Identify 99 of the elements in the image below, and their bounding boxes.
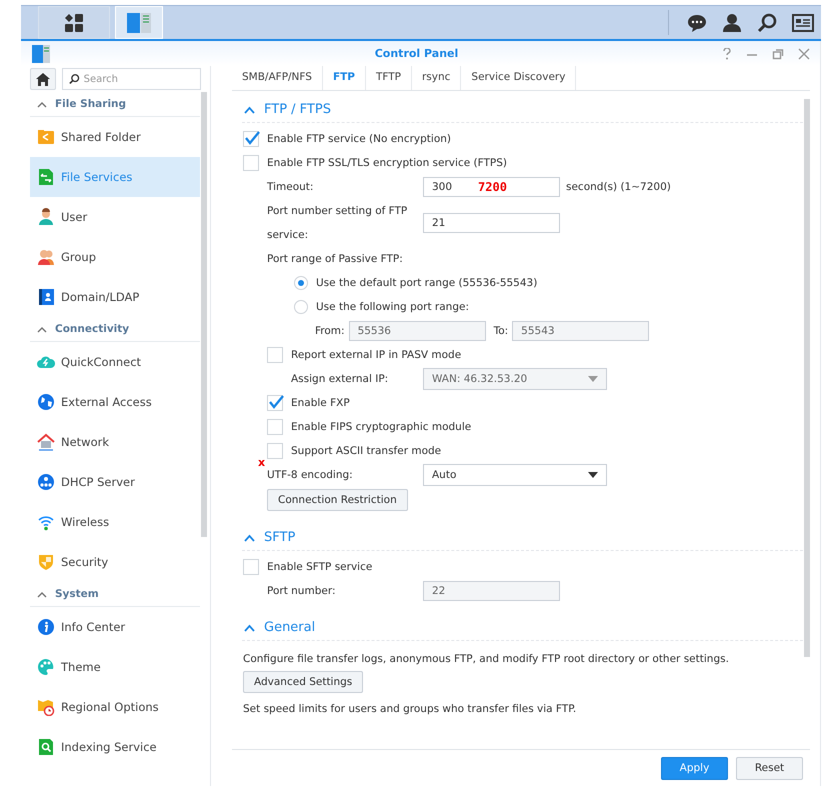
home-icon <box>36 72 50 86</box>
field-label: From: <box>315 325 345 337</box>
search-icon[interactable] <box>757 12 777 32</box>
search-field[interactable]: Search <box>62 68 201 90</box>
field-label: Assign external IP: <box>291 372 390 387</box>
checkbox[interactable] <box>267 347 283 363</box>
folder-icon <box>37 128 55 146</box>
sidebar-item[interactable]: Domain/LDAP <box>30 277 200 317</box>
checkbox-label: Enable FTP SSL/TLS encryption service (FTPS) <box>267 157 507 169</box>
sidebar-item[interactable]: User <box>30 197 200 237</box>
chevron-icon <box>244 624 255 632</box>
checkbox[interactable] <box>243 131 259 147</box>
tab[interactable]: Service Discovery <box>461 64 576 90</box>
checkbox-label: Support ASCII transfer mode <box>291 445 442 457</box>
house-icon <box>37 433 55 451</box>
checkbox-label: Report external IP in PASV mode <box>291 349 462 361</box>
group-header[interactable]: Connectivity <box>30 317 200 342</box>
shield-icon <box>37 553 55 571</box>
caret-icon <box>588 376 598 382</box>
search-document-icon <box>37 738 55 756</box>
scrollbar-thumb[interactable] <box>804 99 810 657</box>
control-panel-icon <box>126 12 152 34</box>
sidebar-item[interactable]: Security <box>30 542 200 582</box>
chevron-icon <box>244 534 255 542</box>
group-icon <box>37 248 55 266</box>
field-label: Port number: <box>267 584 336 599</box>
checkbox-label: Enable FIPS cryptographic module <box>291 421 472 433</box>
checkbox-label: Enable FTP service (No encryption) <box>267 133 451 145</box>
chevron-icon <box>37 326 47 332</box>
window-title: Control Panel <box>374 47 458 60</box>
tab[interactable]: TFTP <box>366 64 412 90</box>
checkbox[interactable] <box>267 395 283 411</box>
annotation-mark: x <box>258 458 266 468</box>
sidebar-item[interactable]: Group <box>30 237 200 277</box>
globe-icon <box>37 393 55 411</box>
checkbox[interactable] <box>267 443 283 459</box>
field-label: UTF-8 encoding: <box>267 468 354 483</box>
description-text: Configure file transfer logs, anonymous FTP, and modify FTP root directory or other settings. <box>243 652 729 667</box>
radio-label: Use the following port range: <box>316 301 469 313</box>
input-field[interactable]: 300 7200 <box>423 177 560 197</box>
radio-button[interactable] <box>294 276 308 290</box>
chat-icon[interactable] <box>687 12 707 32</box>
scrollbar-thumb[interactable] <box>201 92 207 537</box>
input-field[interactable]: 21 <box>423 213 560 233</box>
reset-button[interactable]: Reset <box>736 756 803 780</box>
home-button[interactable] <box>30 68 56 90</box>
main-menu-button[interactable] <box>38 6 110 39</box>
chevron-icon <box>37 590 47 598</box>
control-panel-icon <box>31 44 51 64</box>
tab[interactable]: rsync <box>412 64 462 90</box>
group-header[interactable]: File Sharing <box>30 92 200 117</box>
sidebar-item[interactable]: QuickConnect <box>30 342 200 382</box>
checkbox[interactable] <box>243 155 259 171</box>
sidebar-item[interactable]: Indexing Service <box>30 727 200 767</box>
checkbox-label: Enable FXP <box>291 397 350 409</box>
sidebar-item[interactable]: External Access <box>30 382 200 422</box>
tab[interactable]: FTP <box>322 64 366 90</box>
search-icon <box>69 73 80 85</box>
group-header[interactable]: System <box>30 582 200 607</box>
field-label: Port number setting of FTP service: <box>267 204 408 243</box>
checkbox[interactable] <box>243 559 259 575</box>
chevron-icon <box>37 100 47 108</box>
checkbox-label: Enable SFTP service <box>267 561 372 573</box>
transfer-icon <box>37 168 55 186</box>
network-icon <box>37 473 55 491</box>
caret-icon <box>588 472 598 478</box>
user-icon[interactable] <box>722 12 742 32</box>
field-label: To: <box>494 325 508 337</box>
restore-icon[interactable] <box>772 48 784 60</box>
field-label: Timeout: <box>267 180 314 195</box>
id-card-icon <box>37 288 55 306</box>
palette-icon <box>37 658 55 676</box>
radio-button[interactable] <box>294 300 308 314</box>
close-icon[interactable] <box>798 48 810 60</box>
unit-label: second(s) (1~7200) <box>566 181 671 193</box>
sidebar-item[interactable]: Shared Folder <box>30 117 200 157</box>
info-icon <box>37 618 55 636</box>
widget-icon[interactable] <box>792 14 814 32</box>
checkbox[interactable] <box>267 419 283 435</box>
sidebar-item[interactable]: DHCP Server <box>30 462 200 502</box>
app-button[interactable] <box>115 6 163 39</box>
user-icon <box>37 208 55 226</box>
action-button[interactable]: Connection Restriction <box>267 489 408 511</box>
map-clock-icon <box>37 698 55 716</box>
annotation-text: 7200 <box>478 180 507 194</box>
dropdown[interactable]: Auto <box>423 464 607 486</box>
field-label: Port range of Passive FTP: <box>267 253 403 265</box>
chevron-icon <box>244 106 255 114</box>
tab[interactable]: SMB/AFP/NFS <box>232 64 323 90</box>
sidebar-item[interactable]: Network <box>30 422 200 462</box>
sidebar-item[interactable]: Wireless <box>30 502 200 542</box>
radio-label: Use the default port range (55536-55543) <box>316 277 538 289</box>
help-icon[interactable] <box>722 48 732 60</box>
sidebar-item[interactable]: Theme <box>30 647 200 687</box>
sidebar-item[interactable]: Regional Options <box>30 687 200 727</box>
action-button[interactable]: Advanced Settings <box>243 671 364 693</box>
description-text: Set speed limits for users and groups who transfer files via FTP. <box>243 702 576 717</box>
sidebar-item[interactable]: Info Center <box>30 607 200 647</box>
grid-icon <box>64 12 84 32</box>
